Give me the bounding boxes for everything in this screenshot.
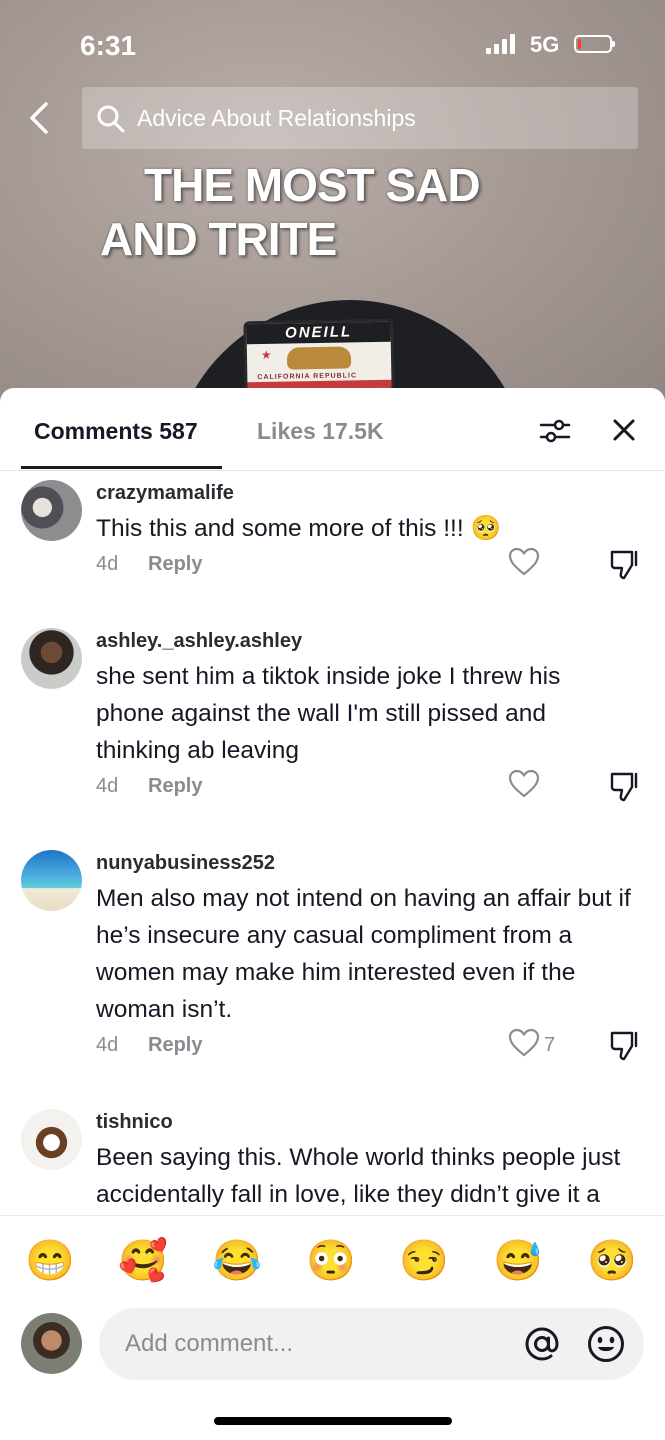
signal-icon xyxy=(486,34,520,54)
reply-button[interactable]: Reply xyxy=(148,553,202,576)
sheet-tabs: Comments 587 Likes 17.5K xyxy=(0,388,665,471)
add-comment-input[interactable]: Add comment... xyxy=(99,1308,644,1380)
tab-likes[interactable]: Likes 17.5K xyxy=(257,418,384,445)
heart-icon[interactable] xyxy=(508,547,540,577)
comment-list[interactable]: crazymamalife This this and some more of… xyxy=(0,471,665,1214)
search-query: Advice About Relationships xyxy=(137,105,416,131)
emoji-grin-button[interactable]: 😁 xyxy=(25,1236,75,1286)
star-icon: ★ xyxy=(260,347,272,363)
comment-text: This this and some more of this !!! 🥺 xyxy=(96,515,501,542)
comment-username[interactable]: nunyabusiness252 xyxy=(96,850,635,876)
overlay-line-2: AND TRITE xyxy=(100,213,337,265)
status-bar: 6:31 5G xyxy=(0,0,665,84)
add-comment-placeholder: Add comment... xyxy=(125,1330,294,1357)
home-indicator[interactable] xyxy=(214,1417,452,1425)
comment-meta: 4d Reply xyxy=(96,547,638,583)
comment-age: 4d xyxy=(96,553,119,575)
reply-button[interactable]: Reply xyxy=(148,775,202,798)
emoji-smiling-hearts-button[interactable]: 🥰 xyxy=(118,1236,168,1286)
avatar[interactable] xyxy=(21,628,82,689)
cap-brand-text: ONEILL xyxy=(246,321,391,345)
heart-icon[interactable] xyxy=(508,769,540,799)
my-avatar xyxy=(21,1313,82,1374)
comment-age: 4d xyxy=(96,1034,119,1056)
comment-meta: 4d Reply 7 xyxy=(96,1028,638,1064)
status-time: 6:31 xyxy=(80,30,137,61)
emoji-flushed-button[interactable]: 😳 xyxy=(306,1236,356,1286)
heart-icon[interactable] xyxy=(508,1028,540,1058)
comment-username[interactable]: crazymamalife xyxy=(96,480,635,506)
emoji-sweat-smile-button[interactable]: 😅 xyxy=(493,1236,543,1286)
comment-item: nunyabusiness252 Men also may not intend… xyxy=(0,805,665,1064)
battery-icon xyxy=(574,35,615,53)
bear-icon xyxy=(286,346,352,370)
emoji-tears-of-joy-button[interactable]: 😂 xyxy=(212,1236,262,1286)
comment-text: she sent him a tiktok inside joke I thre… xyxy=(96,663,561,764)
tab-comments[interactable]: Comments 587 xyxy=(34,418,198,445)
search-icon xyxy=(96,104,126,134)
quick-emoji-bar: 😁 🥰 😂 😳 😏 😅 🥺 xyxy=(0,1215,665,1306)
emoji-pleading-button[interactable]: 🥺 xyxy=(587,1236,637,1286)
overlay-line-1: THE MOST SAD xyxy=(144,159,481,211)
comment-age: 4d xyxy=(96,775,119,797)
cap-patch: ONEILL ★ CALIFORNIA REPUBLIC xyxy=(243,318,395,394)
emoji-smirk-button[interactable]: 😏 xyxy=(399,1236,449,1286)
back-arrow-icon[interactable] xyxy=(26,96,56,140)
network-label: 5G xyxy=(530,32,560,57)
search-bar[interactable]: Advice About Relationships xyxy=(82,87,638,149)
avatar[interactable] xyxy=(21,1109,82,1170)
comment-text: Been saying this. Whole world thinks peo… xyxy=(96,1144,621,1208)
comment-username[interactable]: tishnico xyxy=(96,1109,635,1135)
comment-item: tishnico Been saying this. Whole world t… xyxy=(0,1064,665,1214)
active-tab-indicator xyxy=(21,466,222,469)
filter-sliders-icon[interactable] xyxy=(538,414,572,448)
avatar[interactable] xyxy=(21,480,82,541)
dislike-icon[interactable] xyxy=(608,547,642,581)
comment-meta: 4d Reply xyxy=(96,769,638,805)
like-count: 7 xyxy=(544,1034,556,1056)
close-icon[interactable] xyxy=(608,414,640,446)
comment-username[interactable]: ashley._ashley.ashley xyxy=(96,628,635,654)
reply-button[interactable]: Reply xyxy=(148,1034,202,1057)
comment-text: Men also may not intend on having an aff… xyxy=(96,885,631,1023)
avatar[interactable] xyxy=(21,850,82,911)
emoji-picker-icon[interactable] xyxy=(586,1324,626,1364)
comment-item: crazymamalife This this and some more of… xyxy=(0,471,665,583)
comment-item: ashley._ashley.ashley she sent him a tik… xyxy=(0,583,665,805)
dislike-icon[interactable] xyxy=(608,769,642,803)
video-caption-overlay: THE MOST SAD AND TRITE xyxy=(100,158,540,266)
mention-at-icon[interactable] xyxy=(523,1325,561,1363)
dislike-icon[interactable] xyxy=(608,1028,642,1062)
compose-bar: Add comment... xyxy=(0,1305,665,1395)
